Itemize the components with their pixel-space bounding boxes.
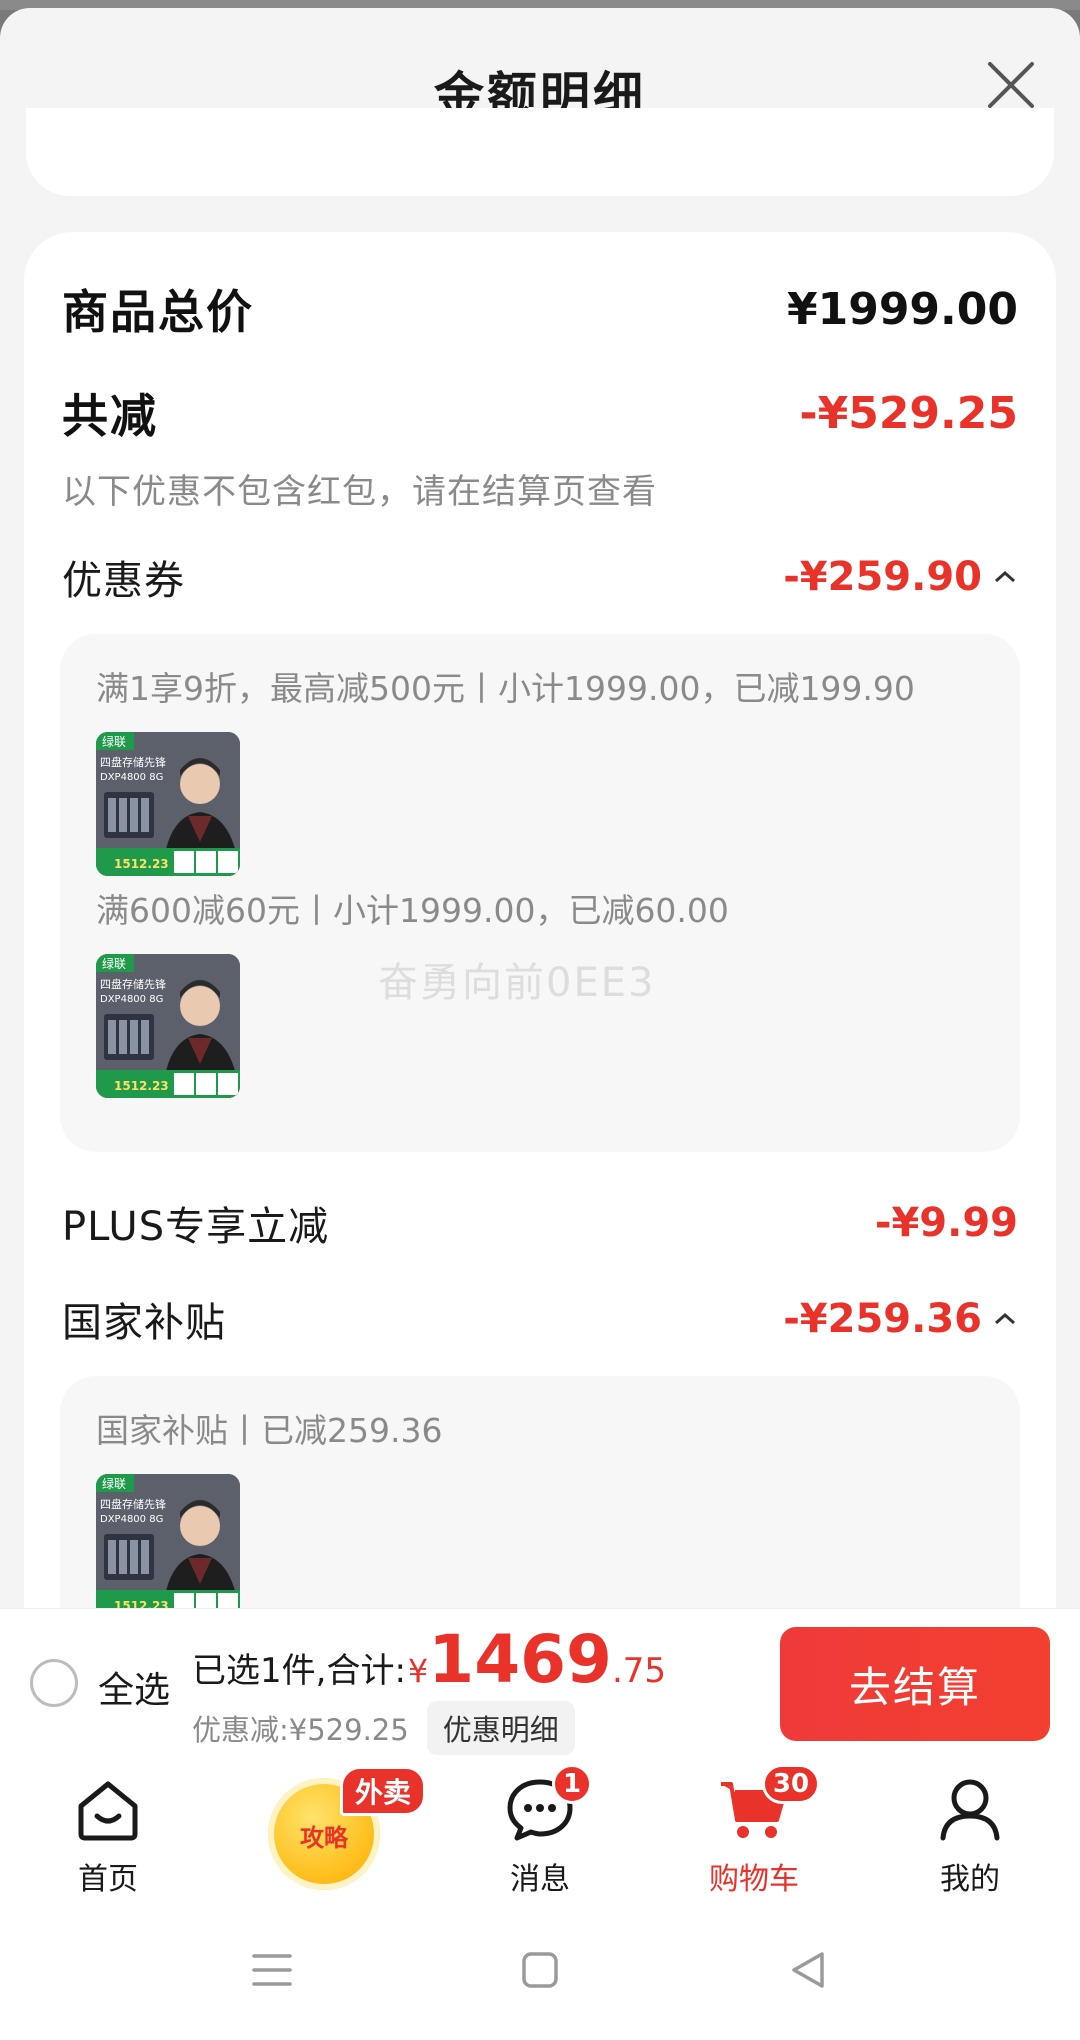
close-icon	[988, 62, 1034, 108]
svg-text:四盘存储先锋: 四盘存储先锋	[100, 1497, 166, 1511]
message-badge: 1	[552, 1764, 592, 1804]
promo-takeout-tag: 外卖	[340, 1766, 427, 1816]
watermark: 奋勇向前0EE3	[378, 960, 656, 1006]
subsidy-item-text: 国家补贴丨已减259.36	[96, 1411, 443, 1450]
discount-text: 优惠减:¥529.25	[192, 1713, 409, 1747]
plus-discount-row: PLUS专享立减 -¥9.99	[62, 1194, 1018, 1252]
tab-label: 消息	[510, 1862, 570, 1897]
back-nav-button[interactable]	[778, 1940, 838, 2000]
tab-cart[interactable]: 购物车 30	[674, 1760, 834, 1900]
tab-label: 购物车	[709, 1862, 799, 1897]
coupon-label: 优惠券	[62, 558, 185, 604]
cart-badge: 30	[762, 1764, 820, 1804]
product-thumbnail[interactable]: 绿联 四盘存储先锋 DXP4800 8G 1512.23	[96, 954, 240, 1098]
previous-card-edge	[26, 108, 1054, 196]
home-icon	[78, 1781, 138, 1841]
product-thumbnail[interactable]: 绿联 四盘存储先锋 DXP4800 8G 1512.23	[96, 732, 240, 876]
plus-discount-value: -¥9.99	[874, 1200, 1018, 1246]
chevron-up-icon	[995, 1312, 1015, 1325]
tab-label: 首页	[78, 1862, 138, 1897]
total-reduce-label: 共减	[62, 389, 158, 443]
svg-text:1512.23: 1512.23	[114, 1079, 169, 1093]
svg-text:DXP4800 8G: DXP4800 8G	[100, 772, 163, 783]
subsidy-label: 国家补贴	[62, 1300, 226, 1346]
total-price-value: ¥1999.00	[786, 283, 1018, 335]
discount-detail-button[interactable]: 优惠明细	[426, 1701, 575, 1755]
svg-text:四盘存储先锋: 四盘存储先锋	[100, 977, 166, 991]
total-summary: 已选1件,合计: ¥ 1469 .75	[192, 1627, 666, 1693]
product-thumbnail[interactable]: 绿联 四盘存储先锋 DXP4800 8G 1512.23	[96, 1474, 240, 1618]
discount-summary: 优惠减:¥529.25 优惠明细	[192, 1701, 575, 1755]
coupon-value: -¥259.90	[783, 554, 982, 600]
back-triangle-icon	[792, 1952, 824, 1988]
total-price-label: 商品总价	[62, 285, 254, 339]
tab-label: 我的	[940, 1862, 1000, 1897]
svg-text:四盘存储先锋: 四盘存储先锋	[100, 755, 166, 769]
promo-guide-text: 攻略	[300, 1824, 348, 1852]
checkout-button[interactable]: 去结算	[780, 1627, 1050, 1741]
svg-text:DXP4800 8G: DXP4800 8G	[100, 994, 163, 1005]
coupon-row[interactable]: 优惠券 -¥259.90	[62, 548, 1018, 606]
coupon-item-text: 满600减60元丨小计1999.00，已减60.00	[96, 891, 729, 930]
reduce-note: 以下优惠不包含红包，请在结算页查看	[62, 472, 657, 512]
tab-messages[interactable]: 消息 1	[460, 1760, 620, 1900]
svg-text:DXP4800 8G: DXP4800 8G	[100, 1514, 163, 1525]
total-amount-integer: 1469	[428, 1621, 612, 1698]
svg-text:绿联: 绿联	[102, 956, 126, 971]
home-nav-button[interactable]	[510, 1940, 570, 2000]
close-button[interactable]	[984, 58, 1038, 112]
total-amount-decimal: .75	[611, 1651, 667, 1691]
svg-text:绿联: 绿联	[102, 1476, 126, 1491]
coupon-detail-box: 满1享9折，最高减500元丨小计1999.00，已减199.90 绿联 四盘存储…	[60, 634, 1020, 1152]
plus-discount-label: PLUS专享立减	[62, 1204, 330, 1250]
menu-icon	[252, 1954, 292, 1986]
checkout-bar: 全选 已选1件,合计: ¥ 1469 .75 优惠减:¥529.25 优惠明细 …	[0, 1608, 1080, 1760]
total-price-row: 商品总价 ¥1999.00	[62, 276, 1018, 342]
select-all-radio[interactable]	[30, 1659, 78, 1707]
bottom-tab-bar: 首页 消息 1 购物车 30 我的	[0, 1760, 1080, 1900]
tab-profile[interactable]: 我的	[890, 1760, 1050, 1900]
square-icon	[522, 1952, 558, 1988]
subsidy-row[interactable]: 国家补贴 -¥259.36	[62, 1290, 1018, 1348]
total-reduce-value: -¥529.25	[799, 387, 1018, 439]
chevron-up-icon	[995, 570, 1015, 583]
select-all-label[interactable]: 全选	[98, 1661, 170, 1713]
subsidy-value: -¥259.36	[783, 1296, 982, 1342]
coupon-item-text: 满1享9折，最高减500元丨小计1999.00，已减199.90	[96, 669, 915, 708]
currency-symbol: ¥	[407, 1652, 429, 1690]
tab-home[interactable]: 首页	[28, 1760, 188, 1900]
svg-text:绿联: 绿联	[102, 734, 126, 749]
system-nav-bar	[0, 1900, 1080, 2040]
user-icon	[940, 1779, 1000, 1841]
amount-detail-sheet: 金额明细 商品总价 ¥1999.00 共减 -¥529.25 以下优惠不包含红包…	[0, 8, 1080, 1760]
selected-count-text: 已选1件,合计:	[192, 1651, 406, 1691]
total-reduce-row: 共减 -¥529.25	[62, 380, 1018, 446]
svg-text:1512.23: 1512.23	[114, 857, 169, 871]
menu-nav-button[interactable]	[242, 1940, 302, 2000]
